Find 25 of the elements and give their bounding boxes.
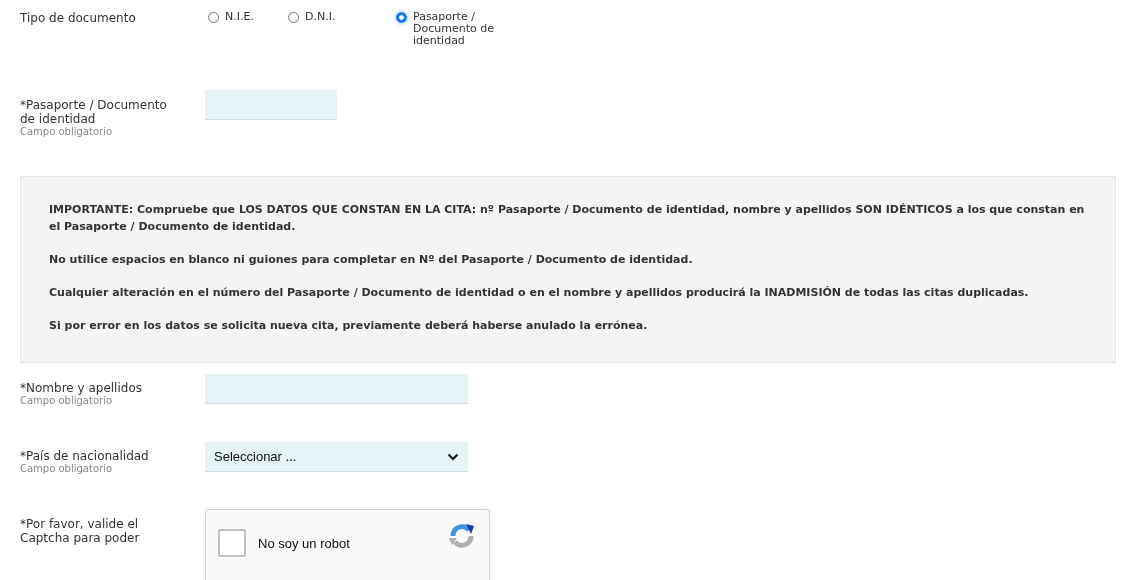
field-label: Tipo de documento (20, 11, 137, 25)
select-field[interactable]: Seleccionar ... (205, 442, 468, 472)
field-label: *País de nacionalidad (20, 449, 150, 463)
checkbox[interactable] (218, 529, 246, 557)
field-label: *Por favor, valide el Captcha para poder (20, 517, 141, 545)
radio-label[interactable]: D.N.I. (305, 11, 336, 23)
radio-button[interactable] (396, 12, 407, 23)
checkbox-label: No soy un robot (258, 536, 351, 551)
chevron-down-icon (447, 452, 459, 461)
field-label: *Pasaporte / Documento de identidad (20, 98, 168, 126)
input-field[interactable] (205, 90, 337, 120)
notice-text: No utilice espacios en blanco ni guiones para completar en Nº del Pasaporte / Documento de identidad. (49, 252, 694, 268)
field-hint: Campo obligatorio (20, 463, 114, 475)
notice-text: Si por error en los datos se solicita nueva cita, previamente deberá haberse anulado la errónea. (49, 318, 649, 334)
notice-text: Cualquier alteración en el número del Pasaporte / Documento de identidad o en el nombre y apellidos producirá la INADMISIÓN de todas las citas duplicadas. (49, 285, 1030, 301)
radio-label[interactable]: N.I.E. (225, 11, 254, 23)
radio-label[interactable]: Pasaporte / Documento de identidad (413, 11, 513, 47)
field-label: *Nombre y apellidos (20, 381, 143, 395)
notice-text: IMPORTANTE: Compruebe que LOS DATOS QUE CONSTAN EN LA CITA: nº Pasaporte / Documento de identidad, nombre y apellidos SON IDÉNTICOS a los que constan en el Pasaporte / Documento de identidad. (49, 202, 1086, 235)
recaptcha-icon (447, 521, 477, 551)
radio-button[interactable] (208, 12, 219, 23)
field-hint: Campo obligatorio (20, 395, 114, 407)
radio-button[interactable] (288, 12, 299, 23)
field-hint: Campo obligatorio (20, 126, 114, 138)
input-field[interactable] (205, 374, 468, 404)
